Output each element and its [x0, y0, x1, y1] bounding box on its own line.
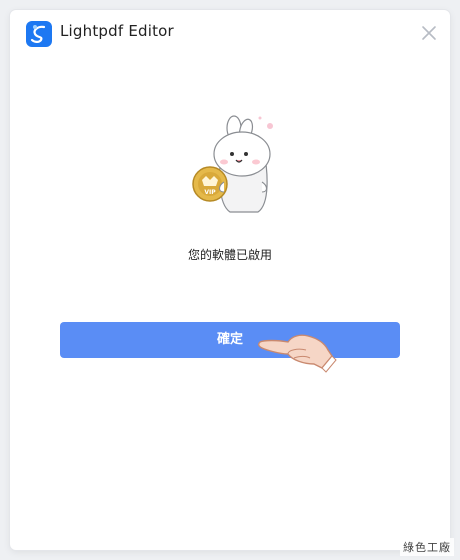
lightpdf-logo-icon	[26, 21, 52, 47]
confirm-button[interactable]: 確定	[60, 322, 400, 358]
close-button[interactable]	[418, 22, 440, 44]
svg-text:VIP: VIP	[204, 189, 216, 196]
title-bar: Lightpdf Editor	[10, 10, 450, 56]
pointing-hand-icon	[258, 324, 338, 374]
activation-dialog: Lightpdf Editor VIP 您的軟體已啟用 確定	[10, 10, 450, 550]
app-title: Lightpdf Editor	[60, 22, 174, 40]
activation-message: 您的軟體已啟用	[187, 248, 272, 262]
watermark-text: 綠色工廠	[400, 538, 454, 556]
close-icon	[422, 26, 436, 40]
vip-bunny-mascot-icon: VIP	[182, 112, 282, 222]
